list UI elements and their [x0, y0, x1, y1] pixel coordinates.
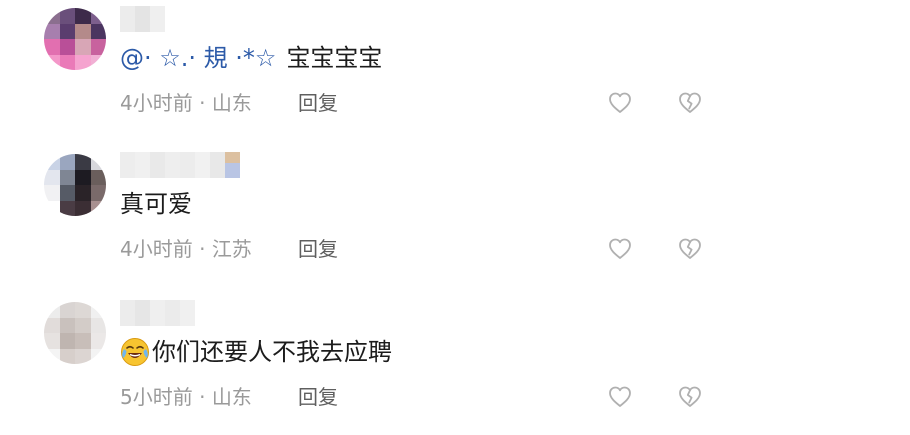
comment-body: 真可爱	[120, 190, 192, 218]
reply-button[interactable]: 回复	[298, 382, 338, 412]
comment-meta: 5小时前 · 山东	[120, 382, 252, 412]
comment-location: 山东	[211, 385, 252, 409]
avatar[interactable]	[44, 154, 106, 216]
meta-separator: ·	[192, 91, 212, 115]
comment-item: @· ☆.· 規 ·*☆ 宝宝宝宝 4小时前 · 山东 回复	[0, 4, 910, 144]
heart-outline-icon[interactable]	[607, 384, 633, 410]
user-mention[interactable]: @· ☆.· 規 ·*☆	[120, 42, 276, 74]
comment-time: 4小时前	[120, 237, 193, 261]
meta-separator: ·	[192, 237, 212, 261]
broken-heart-icon[interactable]	[677, 236, 703, 262]
comment-time: 4小时前	[120, 91, 193, 115]
comment-text: @· ☆.· 規 ·*☆ 宝宝宝宝	[120, 42, 382, 74]
reply-button[interactable]: 回复	[298, 88, 338, 118]
comment-meta: 4小时前 · 山东	[120, 88, 252, 118]
comment-item: 真可爱 4小时前 · 江苏 回复	[0, 150, 910, 290]
comment-location: 江苏	[211, 237, 252, 261]
meta-separator: ·	[192, 385, 212, 409]
broken-heart-icon[interactable]	[677, 384, 703, 410]
avatar[interactable]	[44, 8, 106, 70]
username-blurred[interactable]	[120, 6, 165, 32]
crying-laughing-emoji	[120, 337, 150, 367]
avatar[interactable]	[44, 302, 106, 364]
comment-body: 宝宝宝宝	[286, 44, 383, 72]
comment-location: 山东	[211, 91, 252, 115]
comment-item: 你们还要人不我去应聘 5小时前 · 山东 回复	[0, 298, 910, 435]
reply-button[interactable]: 回复	[298, 234, 338, 264]
comment-text: 真可爱	[120, 188, 192, 220]
comment-list: @· ☆.· 規 ·*☆ 宝宝宝宝 4小时前 · 山东 回复 真可爱 4小时前 …	[0, 0, 910, 435]
broken-heart-icon[interactable]	[677, 90, 703, 116]
username-blurred[interactable]	[120, 300, 195, 326]
comment-text: 你们还要人不我去应聘	[120, 336, 392, 368]
heart-outline-icon[interactable]	[607, 236, 633, 262]
heart-outline-icon[interactable]	[607, 90, 633, 116]
comment-body: 你们还要人不我去应聘	[152, 338, 392, 366]
username-blurred[interactable]	[120, 152, 240, 178]
comment-time: 5小时前	[120, 385, 193, 409]
comment-meta: 4小时前 · 江苏	[120, 234, 252, 264]
